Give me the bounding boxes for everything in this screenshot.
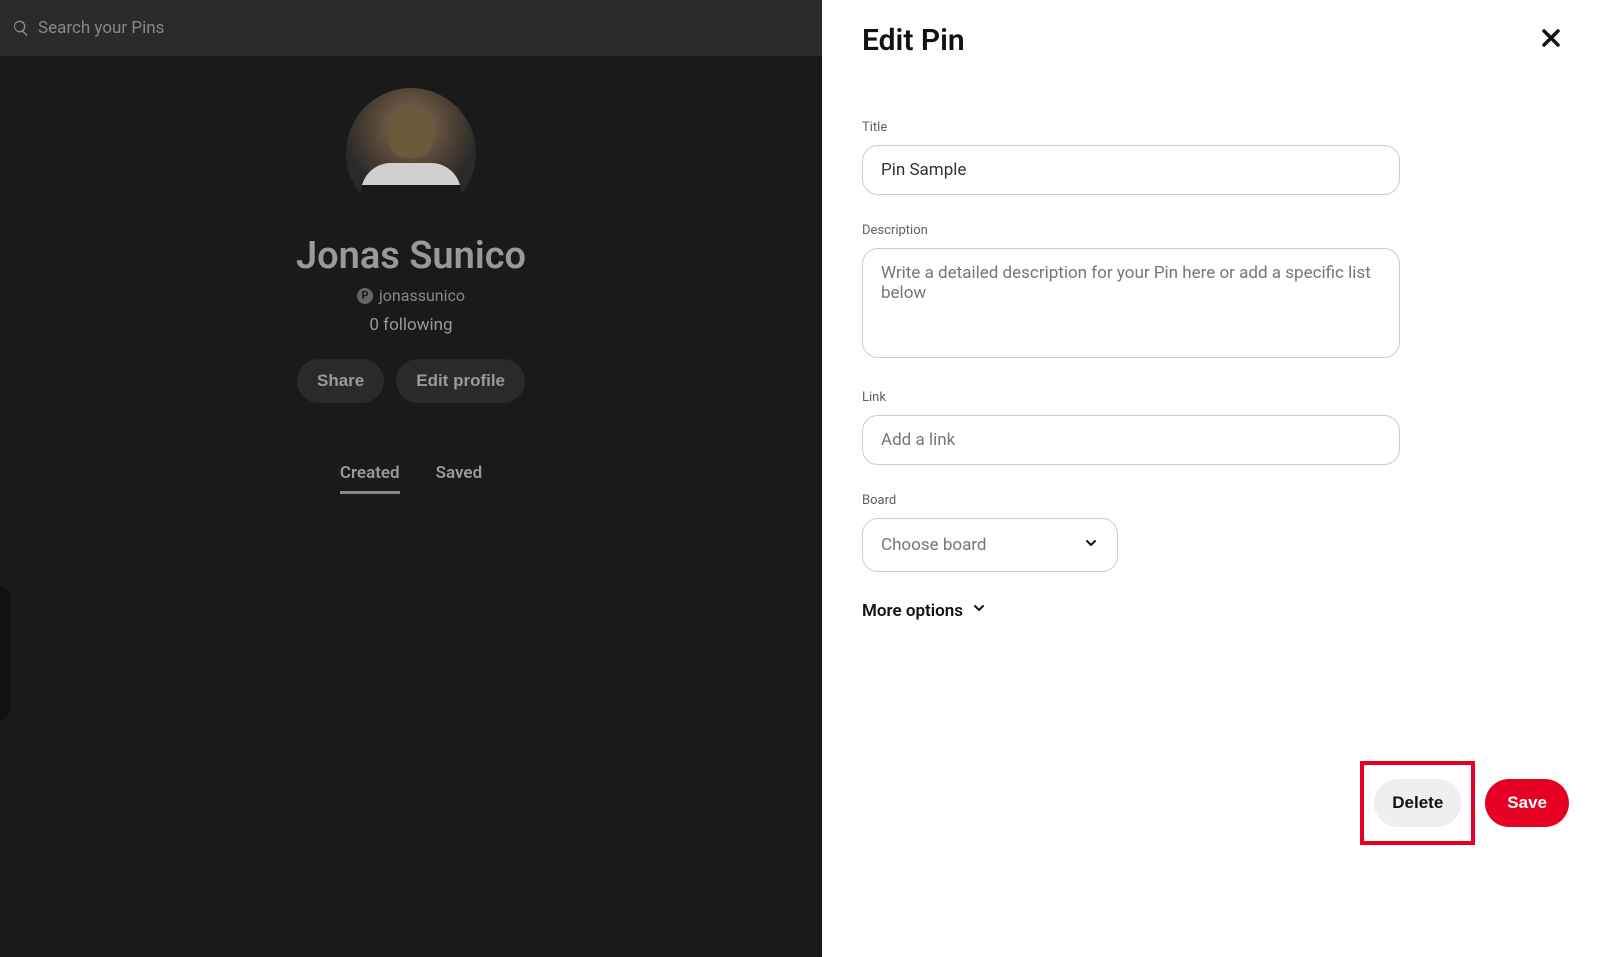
profile-tabs: Created Saved [340,463,482,494]
link-group: Link [862,390,1569,465]
title-label: Title [862,120,1569,135]
chevron-down-icon [1083,535,1099,555]
close-icon [1539,35,1563,54]
profile-buttons: Share Edit profile [297,359,525,403]
description-textarea[interactable] [862,248,1400,358]
search-placeholder: Search your Pins [38,18,164,38]
pinterest-icon: P [357,288,373,304]
edit-pin-panel: Edit Pin Title Description Link Board Ch… [822,0,1609,957]
link-label: Link [862,390,1569,405]
search-bar[interactable]: Search your Pins [0,0,822,56]
title-group: Title [862,120,1569,195]
avatar [346,88,476,218]
panel-footer: Delete Save [1360,761,1569,845]
board-group: Board Choose board [862,493,1569,572]
close-button[interactable] [1533,20,1569,60]
panel-title: Edit Pin [862,23,965,58]
pin-thumbnail-sliver [0,586,10,720]
board-select[interactable]: Choose board [862,518,1118,572]
more-options-toggle[interactable]: More options [862,600,1569,621]
more-options-label: More options [862,601,963,621]
chevron-down-icon [971,600,987,621]
delete-highlight-box: Delete [1360,761,1475,845]
edit-profile-button[interactable]: Edit profile [396,359,525,403]
tab-saved[interactable]: Saved [436,463,483,494]
board-label: Board [862,493,1569,508]
profile-section: Jonas Sunico P jonassunico 0 following S… [0,56,822,494]
search-icon [12,19,30,37]
share-button[interactable]: Share [297,359,384,403]
profile-background: Search your Pins Jonas Sunico P jonassun… [0,0,822,957]
tab-created[interactable]: Created [340,463,400,494]
profile-name: Jonas Sunico [296,234,526,278]
description-label: Description [862,223,1569,238]
username-text: jonassunico [379,286,465,305]
link-input[interactable] [862,415,1400,465]
save-button[interactable]: Save [1485,779,1569,827]
title-input[interactable] [862,145,1400,195]
delete-button[interactable]: Delete [1374,779,1461,827]
profile-username: P jonassunico [357,286,465,305]
panel-header: Edit Pin [862,20,1569,60]
following-count: 0 following [369,315,452,335]
board-placeholder: Choose board [881,535,987,555]
description-group: Description [862,223,1569,362]
